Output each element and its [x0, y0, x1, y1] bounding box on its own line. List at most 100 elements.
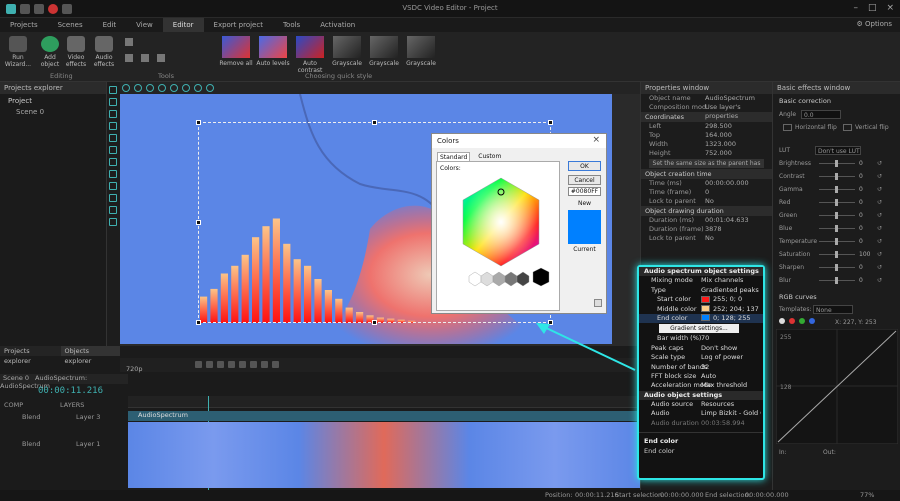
- start-color-row[interactable]: Start color 255; 0; 0: [639, 295, 763, 304]
- time-ruler[interactable]: [128, 396, 640, 408]
- menu-view[interactable]: View: [126, 18, 163, 32]
- slider-row-green[interactable]: Green 0 ↺: [773, 209, 900, 222]
- menu-editor[interactable]: Editor: [162, 18, 204, 32]
- menu-export[interactable]: Export project: [204, 18, 273, 32]
- quickstyle-auto-contrast[interactable]: Auto contrast: [293, 36, 327, 74]
- slider-row-blur[interactable]: Blur 0 ↺: [773, 274, 900, 287]
- resize-handle[interactable]: [196, 120, 201, 125]
- quickstyle-auto-levels[interactable]: Auto levels: [256, 36, 290, 67]
- prop-row[interactable]: Object name AudioSpectrum: [641, 94, 772, 103]
- video-clip[interactable]: [128, 422, 640, 488]
- slider-knob[interactable]: [835, 199, 838, 206]
- eyedropper-icon[interactable]: [594, 299, 602, 307]
- prop-row[interactable]: Duration (frame) 3878: [641, 225, 772, 234]
- prop-row[interactable]: Time (ms) 00:00:00.000: [641, 179, 772, 188]
- zoom-level[interactable]: 77%: [860, 491, 874, 499]
- lut-select[interactable]: Don't use LUT: [815, 146, 861, 155]
- slider-knob[interactable]: [835, 160, 838, 167]
- reset-icon[interactable]: ↺: [877, 183, 882, 196]
- middle-color-swatch[interactable]: [701, 305, 710, 313]
- prop-row[interactable]: Duration (ms) 00:01:04.633: [641, 216, 772, 225]
- setting-row[interactable]: Acceleration mode Max threshold: [639, 381, 763, 390]
- resize-handle[interactable]: [196, 220, 201, 225]
- middle-color-row[interactable]: Middle color 252; 204; 137: [639, 305, 763, 314]
- refresh-icon[interactable]: [170, 84, 178, 92]
- channel-blue[interactable]: [809, 318, 815, 324]
- prev-frame-icon[interactable]: [205, 361, 213, 368]
- slider-row-red[interactable]: Red 0 ↺: [773, 196, 900, 209]
- reset-icon[interactable]: ↺: [877, 170, 882, 183]
- stop-icon[interactable]: [238, 361, 246, 368]
- setting-row[interactable]: Type Gradiented peaks: [639, 286, 763, 295]
- rotate-icon[interactable]: [157, 54, 165, 62]
- grayscale-swatches[interactable]: [468, 267, 550, 287]
- layer-3-label[interactable]: Layer 3: [76, 413, 100, 421]
- pointer-icon[interactable]: [109, 86, 117, 94]
- slider-knob[interactable]: [835, 251, 838, 258]
- image-icon[interactable]: [109, 170, 117, 178]
- pen-icon[interactable]: [109, 98, 117, 106]
- shape-icon[interactable]: [109, 218, 117, 226]
- slider-knob[interactable]: [835, 238, 838, 245]
- slider-row-saturation[interactable]: Saturation 100 ↺: [773, 248, 900, 261]
- prop-row[interactable]: Time (frame) 0: [641, 188, 772, 197]
- video-icon[interactable]: [109, 146, 117, 154]
- lock-icon[interactable]: [206, 84, 214, 92]
- reset-icon[interactable]: ↺: [877, 248, 882, 261]
- video-effects-button[interactable]: Video effects: [62, 36, 90, 68]
- ok-button[interactable]: OK: [568, 161, 601, 171]
- gradient-settings-button[interactable]: Gradient settings...: [659, 324, 739, 334]
- spectrum-icon[interactable]: [109, 206, 117, 214]
- setting-row[interactable]: Peak caps Don't show: [639, 344, 763, 353]
- magnet-icon[interactable]: [194, 84, 202, 92]
- prop-row[interactable]: Composition mod Use layer's properties: [641, 103, 772, 120]
- same-size-button[interactable]: Set the same size as the parent has: [649, 159, 764, 168]
- rgb-curves-header[interactable]: RGB curves: [773, 287, 900, 303]
- setting-row[interactable]: Audio source Resources: [639, 400, 763, 409]
- slider-row-gamma[interactable]: Gamma 0 ↺: [773, 183, 900, 196]
- audiospectrum-clip[interactable]: AudioSpectrum: [128, 411, 640, 421]
- reset-icon[interactable]: ↺: [877, 209, 882, 222]
- checkbox[interactable]: [783, 124, 792, 131]
- slider-knob[interactable]: [835, 212, 838, 219]
- channel-green[interactable]: [799, 318, 805, 324]
- prop-row[interactable]: Width 1323.000: [641, 140, 772, 149]
- basic-correction-header[interactable]: Basic correction: [773, 94, 900, 108]
- slider-knob[interactable]: [835, 264, 838, 271]
- chart-icon[interactable]: [109, 182, 117, 190]
- section-drawing-duration[interactable]: Object drawing duration: [641, 206, 772, 216]
- undo-icon[interactable]: [146, 84, 154, 92]
- quickstyle-grayscale-1[interactable]: Grayscale: [330, 36, 364, 67]
- layer-1-label[interactable]: Layer 1: [76, 440, 100, 448]
- quickstyle-grayscale-3[interactable]: Grayscale: [404, 36, 438, 67]
- rewind-icon[interactable]: [194, 361, 202, 368]
- reset-icon[interactable]: ↺: [877, 222, 882, 235]
- section-audio-object[interactable]: Audio object settings: [639, 390, 763, 401]
- prop-row[interactable]: Lock to parent No: [641, 197, 772, 206]
- slider-row-temperature[interactable]: Temperature 0 ↺: [773, 235, 900, 248]
- curve-graph[interactable]: 255 128: [775, 328, 899, 445]
- add-object-button[interactable]: Add object: [36, 36, 64, 68]
- menu-activation[interactable]: Activation: [310, 18, 365, 32]
- slider-row-sharpen[interactable]: Sharpen 0 ↺: [773, 261, 900, 274]
- layout-icon[interactable]: [122, 84, 130, 92]
- tree-project[interactable]: Project: [0, 94, 106, 108]
- setting-row[interactable]: Audio Limp Bizkit - Gold Cobra: [639, 409, 763, 418]
- quickstyle-remove-all[interactable]: Remove all: [219, 36, 253, 67]
- resize-handle[interactable]: [196, 320, 201, 325]
- slider-row-blue[interactable]: Blue 0 ↺: [773, 222, 900, 235]
- reset-icon[interactable]: ↺: [877, 274, 882, 287]
- menu-edit[interactable]: Edit: [93, 18, 127, 32]
- templates-select[interactable]: None: [813, 305, 853, 314]
- menu-projects[interactable]: Projects: [0, 18, 48, 32]
- prop-row[interactable]: Left 298.500: [641, 122, 772, 131]
- close-icon[interactable]: ×: [592, 135, 600, 145]
- mute-icon[interactable]: [271, 361, 279, 368]
- tab-scene[interactable]: Scene 0: [0, 374, 32, 382]
- prop-row[interactable]: Top 164.000: [641, 131, 772, 140]
- menu-tools[interactable]: Tools: [273, 18, 310, 32]
- reset-icon[interactable]: ↺: [877, 157, 882, 170]
- next-frame-icon[interactable]: [227, 361, 235, 368]
- loop-icon[interactable]: [260, 361, 268, 368]
- slider-knob[interactable]: [835, 173, 838, 180]
